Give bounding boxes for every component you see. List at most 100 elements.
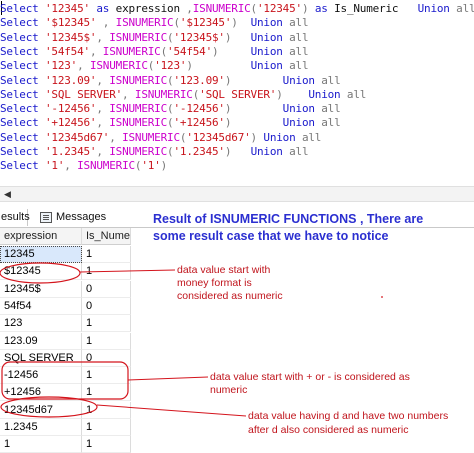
cell-is-numeric[interactable]: 1 <box>82 332 131 350</box>
code-token: ISNUMERIC <box>77 159 135 173</box>
code-token: '-12456' <box>44 102 97 116</box>
code-token: ISNUMERIC <box>122 130 180 144</box>
code-line: Select '123', ISNUMERIC('123') Union all <box>0 58 309 73</box>
code-token: all <box>289 30 309 44</box>
code-token: all <box>289 145 309 158</box>
pane-splitter[interactable] <box>0 175 474 179</box>
column-header-is-numeric[interactable]: Is_Numeric <box>82 228 131 245</box>
code-token: Select <box>0 2 45 15</box>
code-token: '12345d67' <box>44 130 110 144</box>
code-token: as <box>89 2 116 15</box>
code-token: '1' <box>44 159 65 173</box>
cell-expression[interactable]: 12345 <box>0 246 82 263</box>
code-token: '12345$' <box>173 30 225 44</box>
cell-expression[interactable]: -12456 <box>0 367 82 385</box>
code-token: , <box>122 87 135 101</box>
cell-expression[interactable]: 1 <box>0 436 82 453</box>
code-token: '1.2345' <box>44 145 97 158</box>
scroll-left-arrow-icon[interactable]: ◀ <box>4 189 11 199</box>
code-token: Select <box>0 87 45 101</box>
code-token: , <box>96 116 110 130</box>
cell-is-numeric[interactable]: 0 <box>82 280 131 298</box>
code-line: Select '1.2345', ISNUMERIC('1.2345') Uni… <box>0 144 309 159</box>
tab-results-label: esults <box>1 211 30 223</box>
code-token: Select <box>0 30 45 44</box>
code-line: Select 'SQL SERVER', ISNUMERIC('SQL SERV… <box>0 87 366 102</box>
code-token: '12345' <box>44 2 90 15</box>
cell-expression[interactable]: 54f54 <box>0 297 82 315</box>
cell-expression[interactable]: +12456 <box>0 384 82 402</box>
code-token: ISNUMERIC <box>115 16 174 30</box>
cell-expression[interactable]: 123.09 <box>0 332 82 350</box>
cell-expression[interactable]: 1.2345 <box>0 419 82 436</box>
code-token: ISNUMERIC <box>134 87 193 101</box>
code-token: '123.09' <box>173 73 225 87</box>
code-token: Union <box>250 30 290 44</box>
cell-expression[interactable]: 12345d67 <box>0 401 82 419</box>
code-token: Union <box>250 16 290 30</box>
annotation-title-line-2: some result case that we have to notice <box>153 229 389 243</box>
code-token: Select <box>0 73 45 87</box>
table-row[interactable]: 54f54 0 <box>0 297 131 315</box>
cell-is-numeric[interactable]: 0 <box>82 349 131 367</box>
cell-is-numeric[interactable]: 1 <box>82 436 131 453</box>
cell-expression[interactable]: $12345 <box>0 263 82 281</box>
table-row[interactable]: $12345 1 <box>0 263 131 281</box>
code-line: Select '123.09', ISNUMERIC('123.09') Uni… <box>0 73 341 88</box>
table-row[interactable]: 123 1 <box>0 315 131 333</box>
code-token: all <box>321 116 341 130</box>
code-token: all <box>456 2 474 15</box>
scrollbar-track[interactable] <box>20 191 460 196</box>
grid-header-row: expression Is_Numeric <box>0 228 131 245</box>
code-line: Select '+12456', ISNUMERIC('+12456') Uni… <box>0 115 341 130</box>
cell-expression[interactable]: 123 <box>0 315 82 333</box>
cell-is-numeric[interactable]: 1 <box>82 246 131 263</box>
code-token: , <box>96 145 110 158</box>
code-line: Select '12345' as expression ,ISNUMERIC(… <box>0 1 474 16</box>
table-row[interactable]: -12456 1 <box>0 367 131 385</box>
code-line: Select '54f54', ISNUMERIC('54f54') Union… <box>0 44 309 59</box>
code-token: Select <box>0 116 45 130</box>
table-row[interactable]: 12345$ 0 <box>0 280 131 298</box>
code-token: ) <box>186 59 251 73</box>
code-token: ) <box>224 116 283 130</box>
horizontal-scrollbar[interactable]: ◀ <box>0 186 474 202</box>
code-token: , <box>96 102 110 116</box>
code-token: ) <box>250 130 264 144</box>
code-token: Union <box>250 44 290 58</box>
code-token: Union <box>282 102 322 116</box>
table-row[interactable]: 12345 1 <box>0 246 131 263</box>
table-row[interactable]: +12456 1 <box>0 384 131 402</box>
cell-is-numeric[interactable]: 1 <box>82 367 131 385</box>
table-row[interactable]: SQL SERVER 0 <box>0 349 131 367</box>
cell-is-numeric[interactable]: 0 <box>82 297 131 315</box>
code-token: '+12456' <box>44 116 97 130</box>
table-row[interactable]: 123.09 1 <box>0 332 131 350</box>
cell-is-numeric[interactable]: 1 <box>82 315 131 333</box>
code-token: '123.09' <box>44 73 97 87</box>
table-row[interactable]: 1.2345 1 <box>0 419 131 436</box>
table-row[interactable]: 12345d67 1 <box>0 401 131 419</box>
code-token: '$12345' <box>179 16 232 30</box>
cell-expression[interactable]: 12345$ <box>0 280 82 298</box>
annotation-title-line-1: Result of ISNUMERIC FUNCTIONS , There ar… <box>153 212 424 226</box>
cell-is-numeric[interactable]: 1 <box>82 419 131 436</box>
code-token: ) <box>224 145 251 158</box>
cell-expression[interactable]: SQL SERVER <box>0 349 82 367</box>
code-token: ISNUMERIC <box>109 145 168 158</box>
cell-is-numeric[interactable]: 1 <box>82 263 131 281</box>
sql-editor[interactable]: Select '12345' as expression ,ISNUMERIC(… <box>0 0 474 175</box>
code-token: Union <box>282 116 322 130</box>
cell-is-numeric[interactable]: 1 <box>82 401 131 419</box>
code-token: , <box>77 59 90 73</box>
code-token: Select <box>0 44 45 58</box>
cell-is-numeric[interactable]: 1 <box>82 384 131 402</box>
code-token: ISNUMERIC <box>102 44 161 58</box>
column-header-expression[interactable]: expression <box>0 228 82 245</box>
code-token: ISNUMERIC <box>109 73 168 87</box>
tab-results[interactable]: esults <box>0 209 30 226</box>
code-token: Select <box>0 102 45 116</box>
table-row[interactable]: 11 <box>0 436 131 453</box>
tab-messages[interactable]: Messages <box>38 209 108 226</box>
code-token: Union <box>417 2 457 15</box>
